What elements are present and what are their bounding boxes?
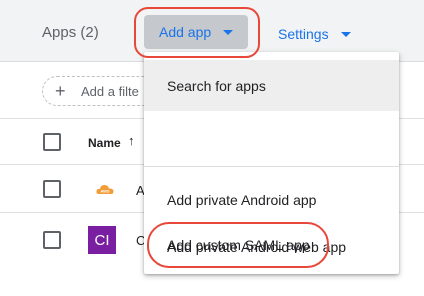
apps-count: Apps (2) bbox=[42, 24, 99, 41]
settings-button[interactable]: Settings bbox=[278, 24, 351, 44]
add-app-button[interactable]: Add app bbox=[144, 15, 248, 49]
sort-arrow-icon[interactable]: ↑ bbox=[128, 133, 135, 148]
app-avatar-icon: CI bbox=[88, 226, 116, 254]
menu-item-search-apps[interactable]: Search for apps bbox=[144, 60, 399, 111]
menu-item-add-android-app[interactable]: Add private Android app bbox=[144, 176, 399, 224]
aws-icon: AWS bbox=[96, 185, 114, 194]
select-all-checkbox[interactable] bbox=[43, 133, 61, 151]
add-filter-label: Add a filte bbox=[81, 83, 139, 99]
settings-label: Settings bbox=[278, 26, 329, 42]
add-app-label: Add app bbox=[159, 24, 212, 40]
row-checkbox[interactable] bbox=[43, 231, 61, 249]
apps-page: Apps (2) Add app Settings + Add a filte … bbox=[0, 0, 424, 296]
caret-down-icon bbox=[223, 30, 234, 35]
svg-text:AWS: AWS bbox=[100, 189, 109, 194]
name-column-header[interactable]: Name bbox=[88, 136, 121, 150]
menu-divider bbox=[144, 166, 399, 167]
plus-icon: + bbox=[55, 81, 66, 101]
row-checkbox[interactable] bbox=[43, 180, 61, 198]
caret-down-icon bbox=[340, 32, 351, 37]
menu-item-add-custom-saml-app[interactable]: Add custom SAML app bbox=[144, 221, 399, 269]
